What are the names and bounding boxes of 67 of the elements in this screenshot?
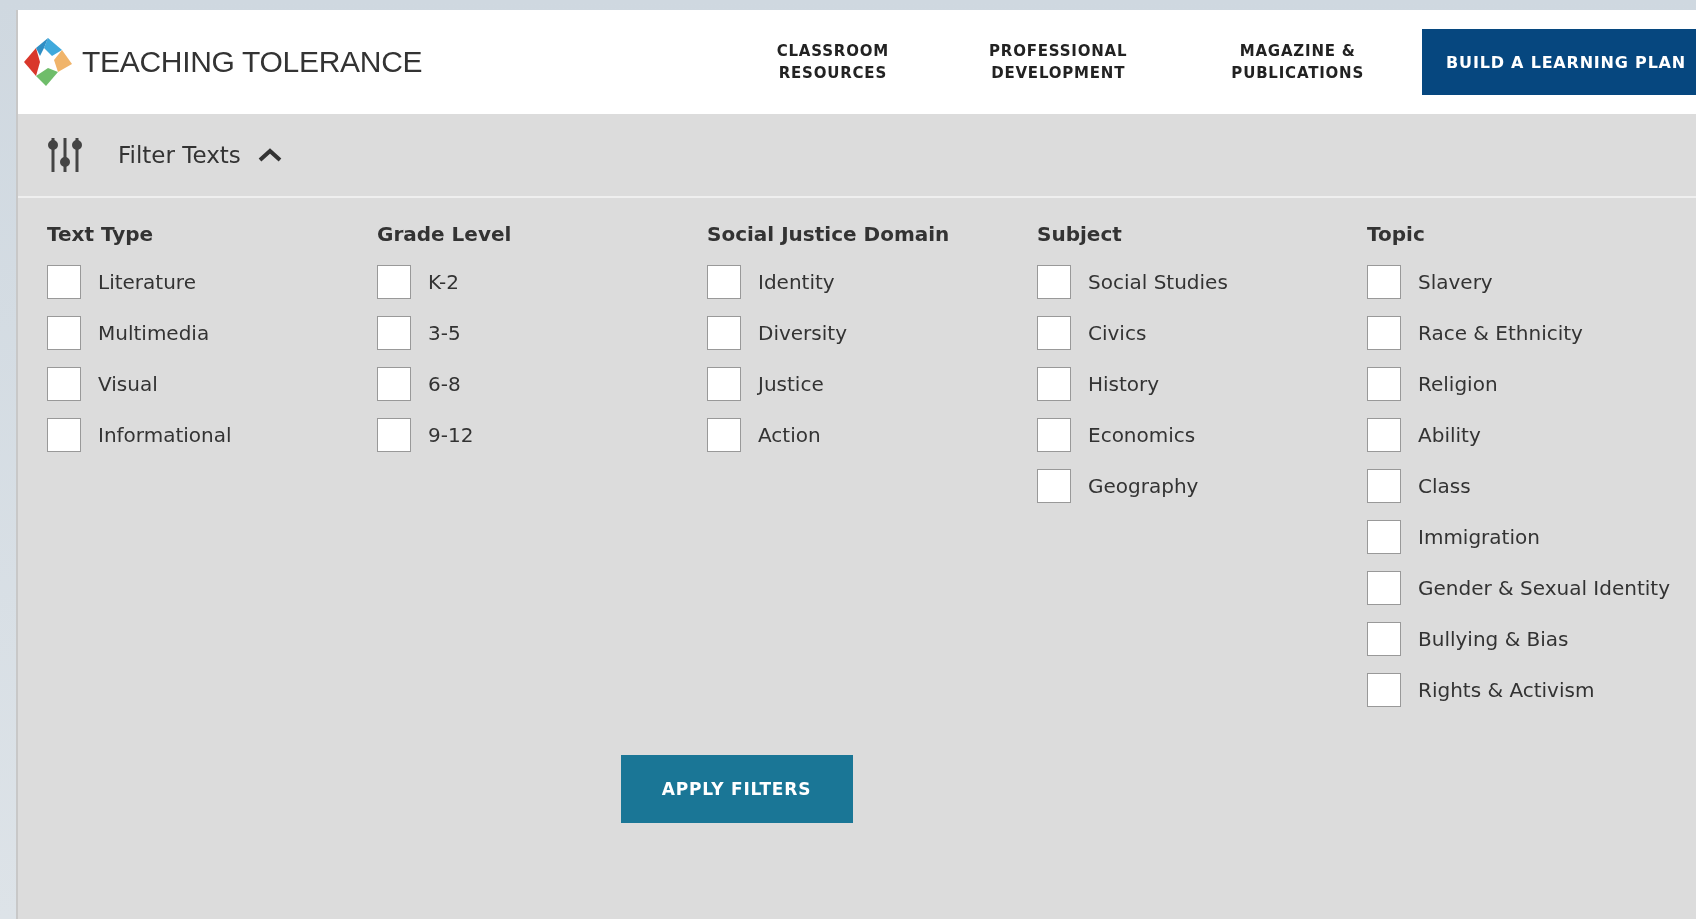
option-label[interactable]: K-2 xyxy=(428,269,459,294)
option-label[interactable]: History xyxy=(1088,371,1160,396)
option-label[interactable]: Gender & Sexual Identity xyxy=(1418,575,1670,600)
option-label[interactable]: Literature xyxy=(98,269,196,294)
checkbox[interactable] xyxy=(707,366,741,401)
checkbox[interactable] xyxy=(1367,417,1401,452)
checkbox[interactable] xyxy=(47,264,81,299)
option-label[interactable]: Informational xyxy=(98,422,232,447)
option-label[interactable]: 9-12 xyxy=(428,422,474,447)
option-label[interactable]: Rights & Activism xyxy=(1418,677,1595,702)
option-label[interactable]: Religion xyxy=(1418,371,1498,396)
filter-toggle[interactable]: Filter Texts xyxy=(118,142,283,168)
group-heading: Social Justice Domain xyxy=(707,222,951,246)
group-heading: Subject xyxy=(1037,222,1123,246)
option-label[interactable]: Immigration xyxy=(1418,524,1540,549)
checkbox[interactable] xyxy=(1367,264,1401,299)
group-heading: Text Type xyxy=(47,222,155,246)
apply-filters-button[interactable]: APPLY FILTERS xyxy=(620,755,853,823)
group-heading: Topic xyxy=(1367,222,1426,246)
option-label[interactable]: 3-5 xyxy=(428,320,461,345)
option-label[interactable]: Action xyxy=(758,422,821,447)
checkbox[interactable] xyxy=(1037,366,1071,401)
checkbox[interactable] xyxy=(707,315,741,350)
checkbox[interactable] xyxy=(377,315,411,350)
option-label[interactable]: Geography xyxy=(1088,473,1199,498)
option-label[interactable]: Justice xyxy=(758,371,824,396)
checkbox[interactable] xyxy=(707,417,741,452)
checkbox[interactable] xyxy=(1367,468,1401,503)
option-label[interactable]: Multimedia xyxy=(98,320,210,345)
checkbox[interactable] xyxy=(1367,519,1401,554)
group-heading: Grade Level xyxy=(377,222,513,246)
option-label[interactable]: Visual xyxy=(98,371,158,396)
checkbox[interactable] xyxy=(377,264,411,299)
checkbox[interactable] xyxy=(707,264,741,299)
checkbox[interactable] xyxy=(377,417,411,452)
checkbox[interactable] xyxy=(1367,315,1401,350)
checkbox[interactable] xyxy=(1367,570,1401,605)
nav-link[interactable]: MAGAZINE & PUBLICATIONS xyxy=(1231,40,1365,84)
checkbox[interactable] xyxy=(47,315,81,350)
checkbox[interactable] xyxy=(1367,672,1401,707)
checkbox[interactable] xyxy=(377,366,411,401)
nav-link[interactable]: PROFESSIONAL DEVELOPMENT xyxy=(989,40,1128,84)
checkbox[interactable] xyxy=(1037,264,1071,299)
option-label[interactable]: Bullying & Bias xyxy=(1418,626,1569,651)
option-label[interactable]: Civics xyxy=(1088,320,1147,345)
option-label[interactable]: Social Studies xyxy=(1088,269,1228,294)
option-label[interactable]: Class xyxy=(1418,473,1471,498)
option-label[interactable]: 6-8 xyxy=(428,371,461,396)
checkbox[interactable] xyxy=(1367,366,1401,401)
logo-text[interactable]: TEACHING TOLERANCE xyxy=(82,45,423,79)
option-label[interactable]: Slavery xyxy=(1418,269,1493,294)
checkbox[interactable] xyxy=(1367,621,1401,656)
checkbox[interactable] xyxy=(47,366,81,401)
checkbox[interactable] xyxy=(1037,468,1071,503)
chevron-icon xyxy=(256,147,283,163)
nav-link[interactable]: CLASSROOM RESOURCES xyxy=(776,40,889,84)
learning-plan-button[interactable]: BUILD A LEARNING PLAN xyxy=(1422,29,1696,95)
checkbox[interactable] xyxy=(1037,417,1071,452)
option-label[interactable]: Economics xyxy=(1088,422,1196,447)
logo-icon[interactable] xyxy=(22,36,74,88)
option-label[interactable]: Ability xyxy=(1418,422,1481,447)
option-label[interactable]: Race & Ethnicity xyxy=(1418,320,1583,345)
option-label[interactable]: Identity xyxy=(758,269,835,294)
filter-settings-icon[interactable] xyxy=(48,136,82,174)
checkbox[interactable] xyxy=(1037,315,1071,350)
checkbox[interactable] xyxy=(47,417,81,452)
option-label[interactable]: Diversity xyxy=(758,320,847,345)
